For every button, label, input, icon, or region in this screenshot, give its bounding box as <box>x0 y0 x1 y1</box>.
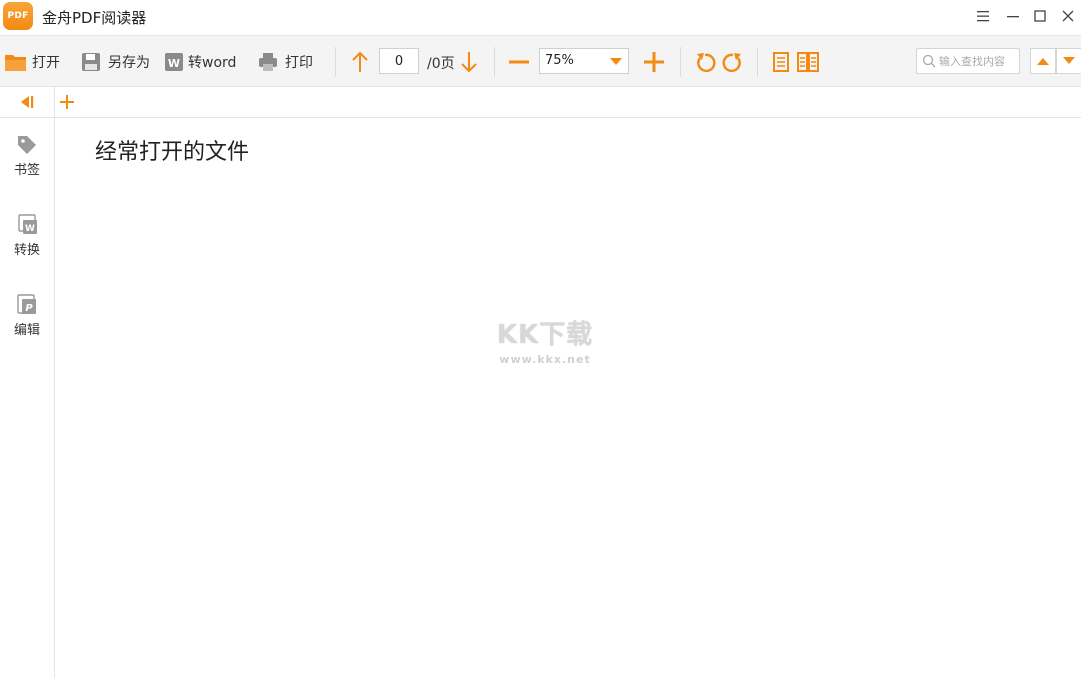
maximize-icon <box>1034 10 1046 22</box>
collapse-left-icon <box>21 96 34 108</box>
zoom-select[interactable]: 75% <box>539 48 629 74</box>
arrow-up-icon <box>352 51 368 72</box>
close-button[interactable] <box>1055 4 1081 28</box>
svg-text:W: W <box>25 224 35 234</box>
triangle-up-icon <box>1037 58 1049 65</box>
next-page-button[interactable] <box>456 49 482 75</box>
sidebar-item-convert[interactable]: W 转换 <box>0 198 54 258</box>
toolbar-divider <box>680 47 681 77</box>
search-next-button[interactable] <box>1056 48 1081 74</box>
svg-text:P: P <box>25 303 33 314</box>
zoom-in-button[interactable] <box>641 49 667 75</box>
toolbar-divider <box>757 47 758 77</box>
close-icon <box>1062 10 1074 22</box>
sidebar-item-label: 转换 <box>13 243 40 258</box>
hamburger-menu-icon <box>977 11 989 22</box>
recent-files-title: 经常打开的文件 <box>95 140 250 165</box>
save-disk-icon <box>80 51 102 73</box>
app-logo-text: PDF <box>7 11 29 21</box>
rotate-left-button[interactable] <box>692 49 718 75</box>
sidebar-item-label: 书签 <box>13 163 40 178</box>
page-number-input[interactable] <box>379 48 419 74</box>
toolbar-divider <box>494 47 495 77</box>
caret-down-icon <box>610 58 622 65</box>
menu-button[interactable] <box>970 4 996 28</box>
tab-strip <box>0 87 1081 118</box>
rotate-right-button[interactable] <box>720 49 746 75</box>
save-as-label: 另存为 <box>108 55 150 71</box>
sidebar-item-edit[interactable]: P 编辑 <box>0 278 54 338</box>
watermark-text: KK下载 <box>496 320 594 350</box>
printer-icon <box>257 51 279 73</box>
print-label: 打印 <box>285 55 313 71</box>
toolbar-divider <box>335 47 336 77</box>
main-content: 经常打开的文件 KK下载 www.kkx.net <box>55 118 1081 678</box>
search-icon <box>922 54 936 68</box>
single-page-icon <box>773 52 789 72</box>
arrow-down-icon <box>461 52 477 73</box>
open-label: 打开 <box>32 55 60 71</box>
bookmark-tag-icon <box>15 134 39 156</box>
search-input[interactable] <box>939 52 1017 70</box>
minimize-button[interactable] <box>1000 4 1026 28</box>
edit-pdf-icon: P <box>15 294 39 316</box>
to-word-button[interactable]: W 转word <box>163 49 236 75</box>
save-as-button[interactable]: 另存为 <box>80 49 150 75</box>
sidebar-item-label: 编辑 <box>13 323 40 338</box>
folder-open-icon <box>4 51 26 73</box>
watermark-url: www.kkx.net <box>499 353 591 366</box>
title-bar: PDF 金舟PDF阅读器 <box>0 0 1081 34</box>
rotate-right-icon <box>722 53 741 73</box>
zoom-value: 75% <box>545 53 574 68</box>
maximize-button[interactable] <box>1027 4 1053 28</box>
collapse-sidebar-button[interactable] <box>0 87 55 117</box>
print-button[interactable]: 打印 <box>257 49 313 75</box>
double-page-icon <box>797 52 819 72</box>
svg-text:W: W <box>168 57 180 70</box>
open-button[interactable]: 打开 <box>4 49 60 75</box>
left-sidebar: 书签 W 转换 P 编辑 <box>0 118 55 678</box>
watermark: KK下载 www.kkx.net <box>485 314 605 366</box>
rotate-left-icon <box>697 53 716 73</box>
app-title: 金舟PDF阅读器 <box>42 9 147 27</box>
search-prev-button[interactable] <box>1030 48 1056 74</box>
prev-page-button[interactable] <box>347 49 373 75</box>
search-box[interactable] <box>916 48 1020 74</box>
minus-icon <box>509 60 529 64</box>
plus-icon <box>60 95 74 109</box>
double-page-view-button[interactable] <box>795 49 821 75</box>
plus-icon <box>644 52 664 72</box>
app-logo: PDF <box>3 2 33 30</box>
triangle-down-icon <box>1063 57 1075 64</box>
page-total-label: /0页 <box>427 56 455 72</box>
sidebar-item-bookmarks[interactable]: 书签 <box>0 118 54 178</box>
single-page-view-button[interactable] <box>768 49 794 75</box>
minimize-icon <box>1007 16 1019 18</box>
word-doc-icon: W <box>163 51 185 73</box>
zoom-out-button[interactable] <box>506 49 532 75</box>
to-word-label: 转word <box>188 55 237 71</box>
add-tab-button[interactable] <box>57 91 77 113</box>
convert-word-icon: W <box>15 214 39 236</box>
